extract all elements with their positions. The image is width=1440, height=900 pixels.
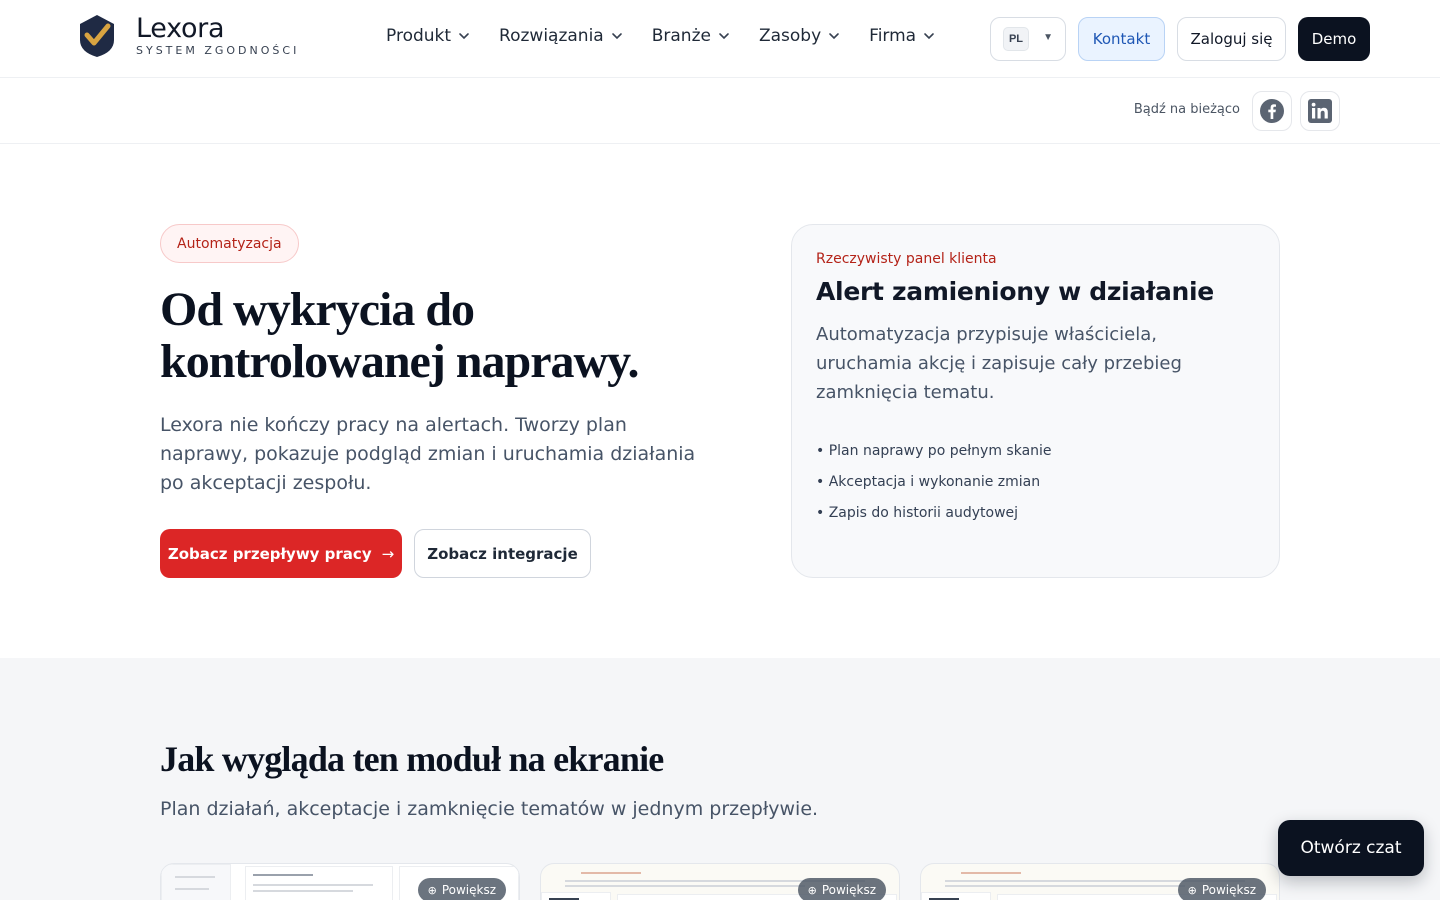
panel-kicker: Rzeczywisty panel klienta	[816, 251, 997, 267]
chevron-down-icon	[459, 33, 469, 40]
client-panel-card: Rzeczywisty panel klienta Alert zamienio…	[791, 224, 1280, 578]
nav-item-label: Branże	[651, 26, 711, 46]
logo-tagline: SYSTEM ZGODNOŚCI	[136, 44, 300, 57]
zoom-label: Powiększ	[441, 883, 496, 897]
thumbnail-line	[961, 872, 1021, 874]
thumbnail-line	[253, 890, 353, 892]
list-item: • Zapis do historii audytowej	[816, 505, 1019, 521]
demo-button[interactable]: Demo	[1298, 17, 1370, 61]
thumbnail-line	[581, 872, 641, 874]
hero-title: Od wykrycia do kontrolowanej naprawy.	[160, 283, 640, 388]
screenshot-thumbnail[interactable]: ⊕ Powiększ	[920, 863, 1280, 900]
logo-shield-icon	[78, 14, 116, 58]
thumbnail-card	[245, 866, 393, 900]
zoom-button[interactable]: ⊕ Powiększ	[797, 878, 886, 900]
arrow-right-icon: →	[381, 544, 395, 563]
module-preview-section: Jak wygląda ten moduł na ekranie Plan dz…	[0, 658, 1440, 900]
list-item: • Plan naprawy po pełnym skanie	[816, 443, 1052, 459]
workflows-button[interactable]: Zobacz przepływy pracy →	[160, 529, 402, 578]
logo-name: Lexora	[136, 13, 225, 44]
site-header: Lexora SYSTEM ZGODNOŚCI Produkt Rozwiąza…	[0, 0, 1440, 78]
nav-item-zasoby[interactable]: Zasoby	[759, 26, 841, 46]
zoom-button[interactable]: ⊕ Powiększ	[1177, 878, 1266, 900]
thumbnail-sidebar	[161, 864, 231, 900]
chevron-down-icon	[611, 33, 622, 40]
chevron-down-icon	[829, 33, 839, 40]
chevron-down-icon	[719, 33, 729, 40]
zoom-in-icon: ⊕	[807, 883, 817, 897]
zoom-label: Powiększ	[1201, 883, 1256, 897]
nav-item-label: Rozwiązania	[499, 26, 604, 46]
nav-item-produkt[interactable]: Produkt	[386, 26, 471, 46]
screenshot-thumbnail[interactable]: ⊕ Powiększ	[540, 863, 900, 900]
nav-item-label: Zasoby	[758, 26, 822, 46]
thumbnail-line	[175, 888, 209, 890]
open-chat-button[interactable]: Otwórz czat	[1278, 820, 1424, 876]
workflows-button-label: Zobacz przepływy pracy	[167, 544, 372, 563]
contact-button[interactable]: Kontakt	[1078, 17, 1165, 61]
zoom-in-icon: ⊕	[427, 883, 437, 897]
chevron-down-icon	[924, 33, 934, 40]
nav-item-rozwiazania[interactable]: Rozwiązania	[499, 26, 624, 46]
facebook-link[interactable]	[1252, 91, 1292, 131]
thumbnail-line	[945, 885, 1185, 887]
facebook-icon	[1260, 99, 1284, 123]
language-select[interactable]: PL ▼	[990, 17, 1066, 61]
nav-item-firma[interactable]: Firma	[869, 26, 936, 46]
linkedin-icon	[1308, 99, 1332, 123]
panel-description: Automatyzacja przypisuje właściciela, ur…	[816, 324, 1182, 403]
zoom-button[interactable]: ⊕ Powiększ	[417, 878, 506, 900]
nav-item-branze[interactable]: Branże	[652, 26, 731, 46]
section-subtitle: Plan działań, akceptacje i zamknięcie te…	[160, 798, 819, 820]
linkedin-link[interactable]	[1300, 91, 1340, 131]
nav-item-label: Produkt	[386, 26, 452, 46]
language-code: PL	[1003, 27, 1029, 51]
hero-description: Lexora nie kończy pracy na alertach. Two…	[160, 414, 696, 494]
caret-down-icon: ▼	[1043, 32, 1053, 43]
thumbnail-line	[253, 874, 313, 876]
panel-feature-list: • Plan naprawy po pełnym skanie • Akcept…	[816, 441, 1255, 523]
thumbnail-line	[253, 884, 373, 886]
main-nav: Produkt Rozwiązania Branże Zasoby Firma	[386, 26, 964, 46]
login-button[interactable]: Zaloguj się	[1177, 17, 1286, 61]
stay-updated-label: Bądź na bieżąco	[1133, 102, 1240, 117]
logo[interactable]: Lexora SYSTEM ZGODNOŚCI	[78, 14, 299, 58]
panel-title: Alert zamieniony w działanie	[816, 277, 1214, 306]
thumbnail-line	[565, 885, 805, 887]
section-title: Jak wygląda ten moduł na ekranie	[160, 739, 664, 779]
nav-item-label: Firma	[869, 26, 917, 46]
screenshot-thumbnail[interactable]: ⊕ Powiększ	[160, 863, 520, 900]
social-bar: Bądź na bieżąco	[0, 79, 1440, 144]
zoom-label: Powiększ	[821, 883, 876, 897]
category-pill: Automatyzacja	[160, 224, 299, 263]
zoom-in-icon: ⊕	[1187, 883, 1197, 897]
integrations-button[interactable]: Zobacz integracje	[414, 529, 591, 578]
list-item: • Akceptacja i wykonanie zmian	[816, 474, 1041, 490]
thumbnail-line	[175, 876, 215, 878]
